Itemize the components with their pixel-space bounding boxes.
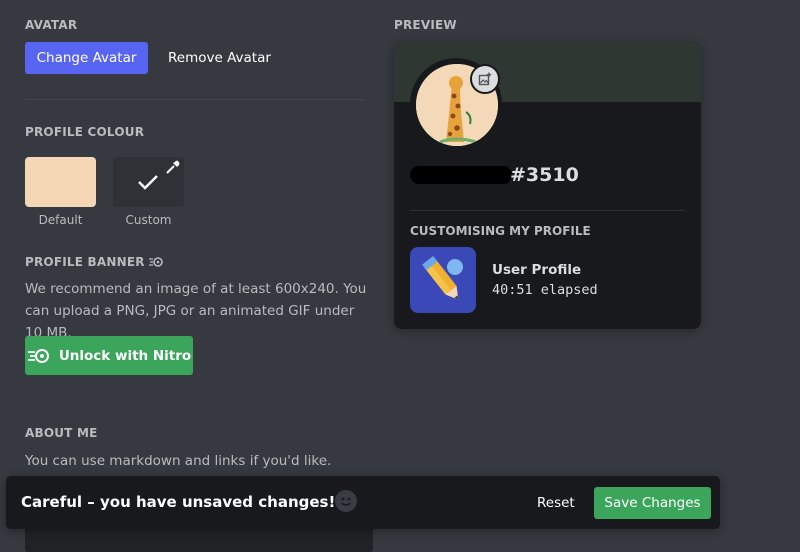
- profile-preview-card: #3510 CUSTOMISING MY PROFILE User Profil…: [394, 42, 701, 329]
- redacted-username: [410, 166, 512, 184]
- default-colour-label: Default: [38, 213, 83, 227]
- add-image-button[interactable]: [470, 64, 500, 94]
- eyedropper-icon[interactable]: [164, 160, 180, 176]
- username-tag: #3510: [510, 164, 579, 186]
- smile-face-icon: [341, 497, 351, 506]
- activity-icon: [410, 247, 476, 313]
- default-colour-swatch[interactable]: [25, 157, 96, 207]
- activity-heading: CUSTOMISING MY PROFILE: [410, 224, 591, 238]
- preview-divider: [410, 210, 685, 211]
- checkmark-icon: [138, 175, 158, 190]
- save-changes-button[interactable]: Save Changes: [594, 487, 711, 519]
- unsaved-changes-message: Careful – you have unsaved changes!: [21, 493, 336, 511]
- unsaved-changes-bar: Careful – you have unsaved changes! Rese…: [6, 476, 720, 529]
- unlock-nitro-label: Unlock with Nitro: [58, 347, 192, 364]
- avatar-section-title: AVATAR: [25, 18, 78, 32]
- about-me-section-title: ABOUT ME: [25, 426, 98, 440]
- activity-elapsed: 40:51 elapsed: [492, 282, 598, 298]
- activity-name: User Profile: [492, 262, 582, 278]
- pencil-icon: [422, 255, 463, 300]
- section-divider: [25, 99, 365, 100]
- add-image-icon: [478, 72, 492, 86]
- emoji-icon[interactable]: [335, 490, 357, 512]
- custom-colour-swatch[interactable]: [113, 157, 184, 207]
- remove-avatar-button[interactable]: Remove Avatar: [168, 50, 271, 66]
- custom-colour-label: Custom: [125, 213, 172, 227]
- change-avatar-button[interactable]: Change Avatar: [25, 42, 148, 74]
- profile-colour-section-title: PROFILE COLOUR: [25, 125, 145, 139]
- username-row: #3510: [410, 164, 579, 186]
- profile-banner-description: We recommend an image of at least 600x24…: [25, 281, 367, 341]
- nitro-icon: [148, 257, 163, 267]
- preview-section-title: PREVIEW: [394, 18, 457, 32]
- nitro-icon: [27, 348, 49, 363]
- about-me-description: You can use markdown and links if you'd …: [25, 453, 332, 469]
- unlock-nitro-button[interactable]: Unlock with Nitro: [25, 336, 193, 375]
- profile-banner-section-title: PROFILE BANNER: [25, 255, 164, 269]
- reset-button[interactable]: Reset: [537, 495, 575, 511]
- profile-banner-title-text: PROFILE BANNER: [25, 255, 145, 269]
